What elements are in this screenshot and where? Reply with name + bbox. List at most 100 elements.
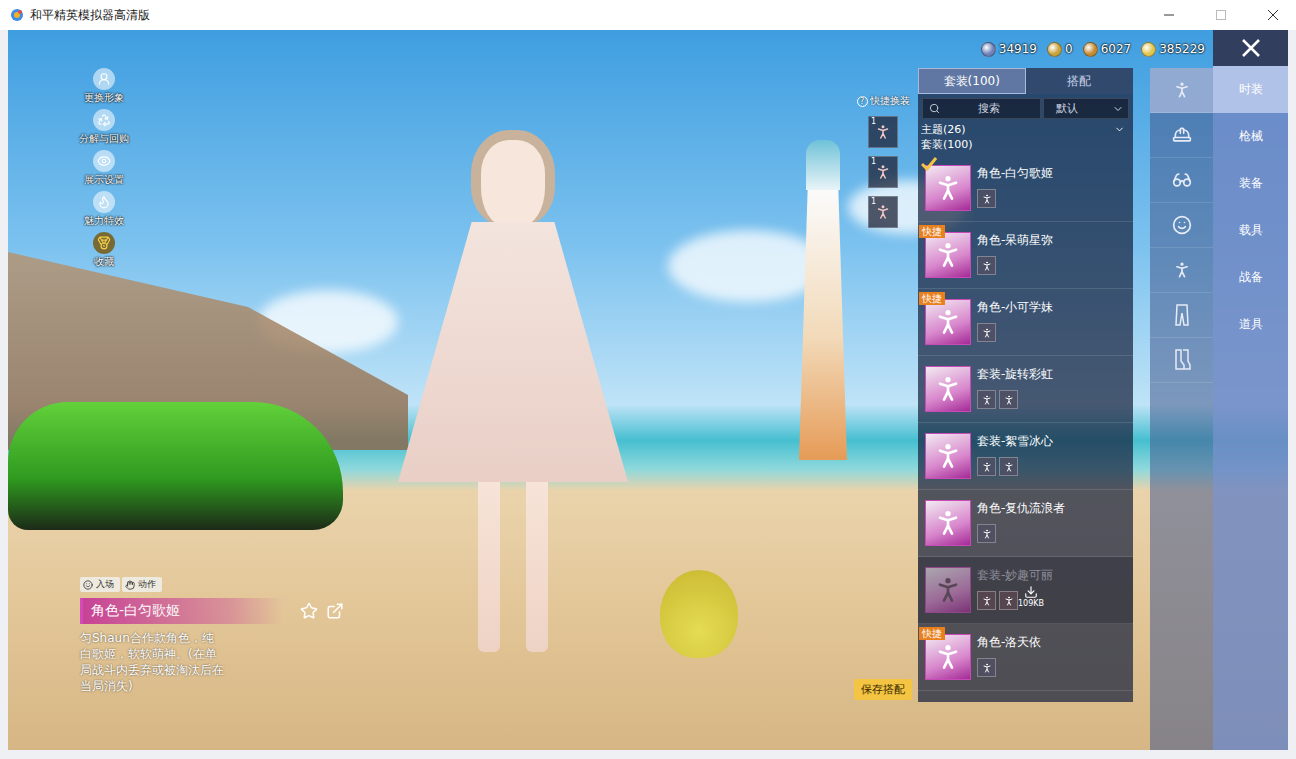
quick-change-label: ?快捷换装 <box>857 94 910 108</box>
outfit-item[interactable]: 角色-呆萌星弥快捷 <box>918 222 1133 289</box>
panel-tab[interactable]: 搭配 <box>1026 68 1134 94</box>
part-row <box>977 658 1041 677</box>
cloud <box>668 230 828 302</box>
save-outfit-button[interactable]: 保存搭配 <box>854 679 912 700</box>
outfit-item[interactable]: 角色-复仇流浪者 <box>918 490 1133 557</box>
chevron-down-icon <box>1114 124 1125 135</box>
quick-slot[interactable]: 1 <box>868 196 898 228</box>
panel-tab[interactable]: 套装(100) <box>918 68 1026 94</box>
game-screen: 3491906027385229更换形象分解与回购展示设置魅力特效收藏入场动作角… <box>8 30 1288 750</box>
part-thumbnail <box>977 323 996 342</box>
slot-badge: 1 <box>871 197 876 206</box>
outfit-list: 角色-白匀歌姬角色-呆萌星弥快捷角色-小可学妹快捷套装-旋转彩虹套装-絮雪冰心角… <box>918 155 1133 691</box>
figure-icon <box>932 239 964 271</box>
category-item[interactable] <box>1150 203 1213 248</box>
close-button[interactable] <box>1250 0 1296 30</box>
sports-car <box>8 402 343 530</box>
sort-dropdown[interactable]: 默认 <box>1043 98 1129 119</box>
figure-icon <box>981 260 993 272</box>
share-button[interactable] <box>326 602 344 620</box>
outfit-name: 套装-旋转彩虹 <box>977 366 1053 383</box>
search-field[interactable]: 搜索 <box>922 98 1041 119</box>
outfit-item[interactable]: 套装-絮雪冰心 <box>918 423 1133 490</box>
outfit-item[interactable]: 角色-小可学妹 快捷 <box>918 289 1133 356</box>
category-column <box>1150 68 1213 750</box>
category-item[interactable] <box>1150 113 1213 158</box>
minimize-button[interactable] <box>1146 0 1192 30</box>
window-title: 和平精英模拟器高清版 <box>30 7 150 24</box>
left-area: 更换形象分解与回购展示设置魅力特效收藏入场动作角色-白匀歌姬匀Shaun合作款角… <box>8 68 848 750</box>
nav-item[interactable]: 装备 <box>1213 160 1288 207</box>
category-item[interactable] <box>1150 293 1213 338</box>
category-item[interactable] <box>1150 248 1213 293</box>
outfit-info: 套装-絮雪冰心 <box>977 433 1053 479</box>
quick-badge: 快捷 <box>919 292 945 305</box>
outfit-name: 角色-小可学妹 <box>977 299 1053 316</box>
action-tag[interactable]: 入场 <box>80 577 120 592</box>
part-thumbnail <box>977 457 996 476</box>
category-item[interactable] <box>1150 338 1213 383</box>
currency: 385229 <box>1141 42 1205 57</box>
category-item[interactable] <box>1150 68 1213 113</box>
nav-item[interactable]: 枪械 <box>1213 113 1288 160</box>
nav-item[interactable]: 战备 <box>1213 254 1288 301</box>
outfit-name: 角色-白匀歌姬 <box>977 165 1053 182</box>
side-menu-icon <box>97 113 111 127</box>
help-mark[interactable]: ? <box>857 96 868 107</box>
character-model[interactable] <box>388 130 638 690</box>
entrance-icon <box>83 580 93 590</box>
outfit-name: 角色-洛天依 <box>977 634 1041 651</box>
download-size: 109KB <box>1018 599 1044 608</box>
window-body: 3491906027385229更换形象分解与回购展示设置魅力特效收藏入场动作角… <box>0 30 1296 759</box>
outfit-item[interactable]: 套装-妙趣可丽109KB <box>918 557 1133 624</box>
side-menu-item[interactable]: 展示设置 <box>84 150 124 187</box>
side-menu-item[interactable]: 魅力特效 <box>84 191 124 228</box>
outfit-info: 角色-洛天依 <box>977 634 1041 680</box>
nav-item[interactable]: 道具 <box>1213 301 1288 348</box>
action-tag[interactable]: 动作 <box>122 577 162 592</box>
outfit-info: 角色-复仇流浪者 <box>977 500 1065 546</box>
figure-icon <box>932 306 964 338</box>
part-thumbnail <box>977 256 996 275</box>
side-menu-item[interactable]: 收藏 <box>93 232 115 269</box>
search-placeholder: 搜索 <box>944 101 1034 116</box>
side-menu-label: 分解与回购 <box>79 132 129 146</box>
name-bar: 角色-白匀歌姬 <box>80 598 350 624</box>
nav-item[interactable]: 时装 <box>1213 66 1288 113</box>
figure-icon <box>932 641 964 673</box>
outfit-item[interactable]: 角色-白匀歌姬 <box>918 155 1133 222</box>
maximize-button[interactable] <box>1198 0 1244 30</box>
category-item[interactable] <box>1150 158 1213 203</box>
close-panel-button[interactable] <box>1213 30 1288 66</box>
character-description: 匀Shaun合作款角色，纯白歌姬，软软萌神。(在单局战斗内丢弃或被淘汰后在当局消… <box>80 630 225 694</box>
section-label: 套装(100) <box>918 137 1133 155</box>
outfit-thumbnail <box>925 299 971 345</box>
currency: 6027 <box>1083 42 1132 57</box>
character-name: 角色-白匀歌姬 <box>91 602 292 620</box>
side-menu-item[interactable]: 分解与回购 <box>79 109 129 146</box>
part-row <box>977 524 1065 543</box>
side-menu-icon <box>97 154 111 168</box>
theme-filter[interactable]: 主题(26) <box>918 121 1133 137</box>
favorite-button[interactable] <box>300 602 318 620</box>
character-info: 入场动作角色-白匀歌姬匀Shaun合作款角色，纯白歌姬，软软萌神。(在单局战斗内… <box>80 577 350 694</box>
currency: 0 <box>1047 42 1073 57</box>
part-row <box>977 256 1053 275</box>
side-menu-item[interactable]: 更换形象 <box>84 68 124 105</box>
outfit-item[interactable]: 套装-旋转彩虹 <box>918 356 1133 423</box>
outfit-thumbnail <box>925 433 971 479</box>
figure-icon <box>981 595 993 607</box>
quick-slot[interactable]: 1 <box>868 156 898 188</box>
coin-icon <box>981 42 996 57</box>
quick-slot[interactable]: 1 <box>868 116 898 148</box>
figure-icon <box>981 461 993 473</box>
outfit-item[interactable]: 角色-洛天依快捷 <box>918 624 1133 691</box>
outfit-panel: 套装(100)搭配搜索默认主题(26)套装(100)角色-白匀歌姬角色-呆萌星弥… <box>918 68 1133 702</box>
maximize-icon <box>1216 10 1226 20</box>
outfit-thumbnail <box>925 634 971 680</box>
nav-item[interactable]: 载具 <box>1213 207 1288 254</box>
coin-icon <box>1047 42 1062 57</box>
currency-value: 385229 <box>1159 42 1205 56</box>
part-thumbnail <box>977 390 996 409</box>
outfit-info: 角色-小可学妹 <box>977 299 1053 345</box>
